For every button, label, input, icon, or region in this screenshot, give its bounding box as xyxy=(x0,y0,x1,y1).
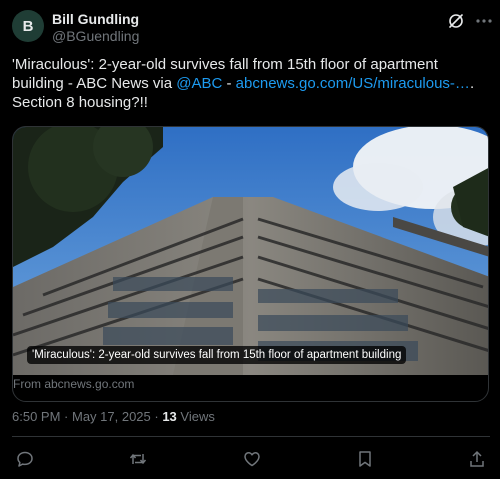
tweet-text: 'Miraculous': 2-year-old survives fall f… xyxy=(12,55,490,112)
author-handle[interactable]: @BGuendling xyxy=(52,28,139,44)
mention-link[interactable]: @ABC xyxy=(176,75,222,92)
grok-icon[interactable] xyxy=(447,12,465,30)
article-image[interactable] xyxy=(13,127,488,375)
tweet-meta: 6:50 PM · May 17, 2025 · 13 Views xyxy=(12,409,215,424)
meta-separator: · xyxy=(60,409,72,424)
views-count: 13 xyxy=(162,409,177,424)
views-label: Views xyxy=(176,409,215,424)
article-link[interactable]: abcnews.go.com/US/miraculous-… xyxy=(236,75,470,92)
more-options-icon[interactable] xyxy=(475,12,493,30)
link-source[interactable]: From abcnews.go.com xyxy=(13,377,134,391)
tweet-date[interactable]: May 17, 2025 xyxy=(72,409,151,424)
avatar-initial: B xyxy=(22,17,34,35)
divider xyxy=(12,436,490,437)
avatar[interactable]: B xyxy=(12,10,44,42)
reply-icon[interactable] xyxy=(16,450,34,468)
author-name[interactable]: Bill Gundling xyxy=(52,11,139,27)
image-caption: 'Miraculous': 2-year-old survives fall f… xyxy=(27,346,407,364)
meta-separator: · xyxy=(150,409,163,424)
share-icon[interactable] xyxy=(468,450,486,468)
tweet-text-part: - xyxy=(222,75,236,92)
tweet-time[interactable]: 6:50 PM xyxy=(12,409,60,424)
bookmark-icon[interactable] xyxy=(356,450,374,468)
link-card[interactable]: 'Miraculous': 2-year-old survives fall f… xyxy=(12,126,489,402)
retweet-icon[interactable] xyxy=(129,450,147,468)
heart-icon[interactable] xyxy=(243,450,261,468)
tweet: B Bill Gundling @BGuendling 'Miraculous'… xyxy=(0,0,500,479)
